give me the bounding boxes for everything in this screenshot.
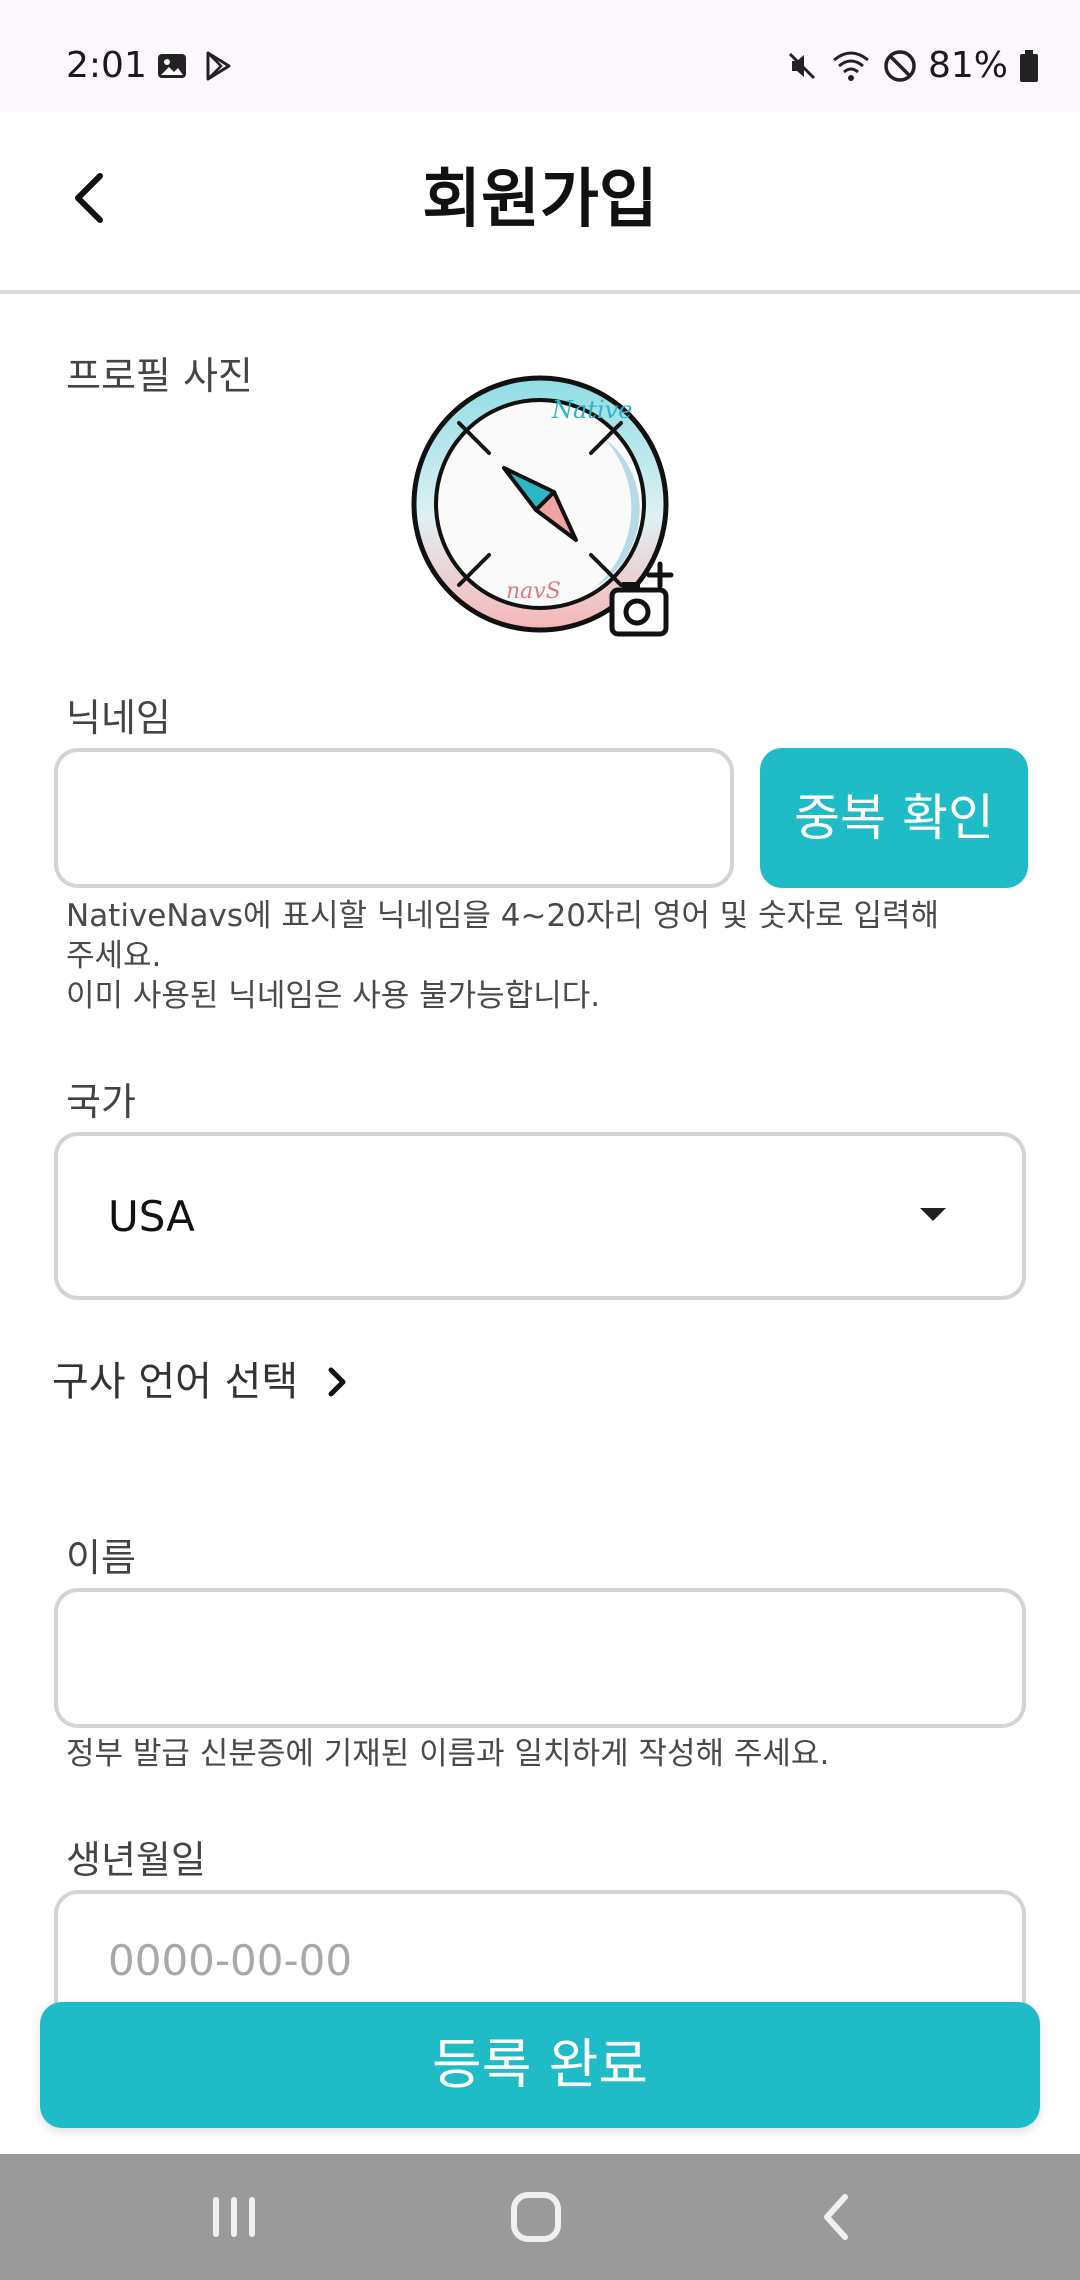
home-icon bbox=[511, 2192, 561, 2242]
system-nav-bar bbox=[0, 2154, 1080, 2280]
system-back-button[interactable] bbox=[803, 2184, 873, 2250]
app-header: 회원가입 bbox=[0, 112, 1080, 294]
recent-apps-button[interactable] bbox=[199, 2184, 269, 2250]
name-helper: 정부 발급 신분증에 기재된 이름과 일치하게 작성해 주세요. bbox=[66, 1736, 830, 1772]
do-not-disturb-icon bbox=[884, 50, 916, 82]
name-label: 이름 bbox=[66, 1536, 136, 1580]
language-select-label: 구사 언어 선택 bbox=[52, 1359, 299, 1405]
avatar-text-bottom: navS bbox=[506, 579, 561, 604]
battery-percent: 81% bbox=[927, 45, 1008, 86]
profile-avatar[interactable]: Native navS bbox=[404, 368, 684, 648]
compass-logo-icon: Native navS bbox=[411, 375, 674, 637]
mute-icon bbox=[788, 52, 816, 80]
nickname-helper-line3: 이미 사용된 닉네임은 사용 불가능합니다. bbox=[66, 978, 601, 1014]
profile-photo-label: 프로필 사진 bbox=[66, 354, 253, 398]
nickname-label: 닉네임 bbox=[66, 696, 171, 740]
nickname-helper-line2: 주세요. bbox=[66, 938, 162, 974]
avatar-text-top: Native bbox=[551, 396, 632, 424]
page-title: 회원가입 bbox=[422, 163, 658, 237]
wifi-icon bbox=[833, 51, 869, 81]
country-label: 국가 bbox=[66, 1080, 136, 1124]
name-input[interactable] bbox=[54, 1588, 1026, 1728]
submit-button[interactable]: 등록 완료 bbox=[40, 2002, 1040, 2128]
country-selected-value: USA bbox=[108, 1192, 195, 1241]
dropdown-caret-icon bbox=[920, 1208, 946, 1221]
duplicate-check-button[interactable]: 중복 확인 bbox=[760, 748, 1028, 888]
status-time: 2:01 bbox=[66, 45, 147, 86]
home-button[interactable] bbox=[501, 2184, 571, 2250]
chevron-right-icon bbox=[328, 1367, 346, 1397]
recent-apps-icon bbox=[213, 2197, 255, 2237]
image-icon bbox=[158, 54, 186, 78]
language-select-row[interactable]: 구사 언어 선택 bbox=[52, 1354, 352, 1410]
status-bar: 2:01 81% bbox=[0, 0, 1080, 112]
country-select[interactable]: USA bbox=[54, 1132, 1026, 1300]
battery-icon bbox=[1020, 50, 1038, 82]
back-arrow-icon bbox=[824, 2194, 848, 2240]
play-store-icon bbox=[206, 51, 231, 81]
birthdate-label: 생년월일 bbox=[66, 1838, 206, 1882]
birthdate-placeholder: 0000-00-00 bbox=[108, 1936, 353, 1985]
nickname-input[interactable] bbox=[54, 748, 734, 888]
status-left-icons bbox=[156, 50, 234, 82]
nickname-helper-line1: NativeNavs에 표시할 닉네임을 4~20자리 영어 및 숫자로 입력해 bbox=[66, 898, 940, 934]
status-right-icons: 81% bbox=[784, 44, 1040, 88]
